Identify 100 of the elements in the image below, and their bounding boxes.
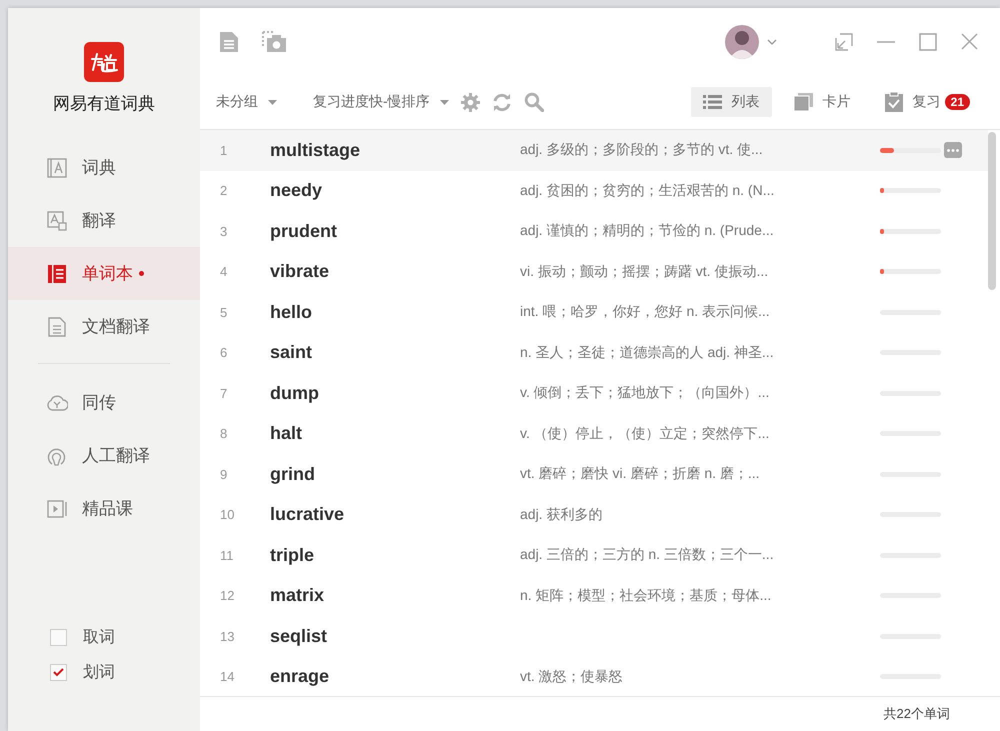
row-number: 10: [219, 507, 236, 522]
row-number: 14: [219, 669, 236, 684]
dots-icon: [947, 148, 959, 152]
caret-icon: [440, 100, 449, 104]
close-icon[interactable]: [961, 33, 978, 50]
word-row[interactable]: 13 seqlist: [200, 616, 988, 656]
word-row[interactable]: 8 halt v. （使）停止，（使）立定；突然停下...: [200, 414, 988, 454]
clipboard-icon: [884, 92, 903, 112]
word-row[interactable]: 3 prudent adj. 谨慎的；精明的；节俭的 n. (Prude...: [200, 211, 988, 252]
video-icon: [46, 498, 68, 520]
word: seqlist: [270, 626, 328, 647]
word-row[interactable]: 1 multistage adj. 多级的；多阶段的；多节的 vt. 使...: [200, 130, 988, 170]
document-icon[interactable]: [220, 32, 238, 52]
doc-icon: [46, 316, 68, 338]
definition: vt. 激怒；使暴怒: [520, 668, 624, 686]
sidebar-item[interactable]: 同传: [8, 376, 200, 429]
definition: adj. 多级的；多阶段的；多节的 vt. 使...: [520, 141, 764, 160]
row-number: 6: [219, 345, 228, 360]
row-number: 9: [219, 466, 228, 482]
row-number: 11: [219, 548, 234, 563]
word: vibrate: [270, 261, 330, 282]
list-icon: [702, 94, 722, 110]
sidebar-label: 精品课: [82, 498, 133, 520]
progress-bar: [880, 269, 941, 274]
sidebar-item[interactable]: 单词本: [8, 247, 200, 300]
view-tab[interactable]: 复习 21: [872, 87, 982, 117]
progress-bar: [880, 188, 941, 194]
chevron-icon: [767, 38, 777, 44]
sidebar-item[interactable]: 词典: [8, 141, 200, 194]
word: hello: [270, 302, 314, 323]
sidebar-item[interactable]: 人工翻译: [8, 429, 200, 482]
word-row[interactable]: 12 matrix n. 矩阵；模型；社会环境；基质；母体...: [200, 576, 988, 616]
word-row[interactable]: 4 vibrate vi. 振动；颤动；摇摆；踌躇 vt. 使振动...: [200, 252, 988, 292]
sidebar-item[interactable]: 翻译: [8, 194, 200, 247]
sidebar-item[interactable]: 精品课: [8, 482, 200, 535]
word: halt: [270, 423, 304, 444]
definition: vi. 振动；颤动；摇摆；踌躇 vt. 使振动...: [520, 262, 770, 281]
view-tab[interactable]: 卡片: [782, 87, 863, 117]
translate-icon: [46, 210, 68, 232]
row-number: 8: [219, 426, 228, 442]
avatar-icon: [725, 24, 759, 58]
wordbook-icon: [46, 262, 68, 284]
definition: adj. 谨慎的；精明的；节俭的 n. (Prude...: [520, 222, 775, 240]
view-tab[interactable]: 列表: [690, 87, 772, 117]
word: triple: [270, 544, 316, 566]
definition: v. （使）停止，（使）立定；突然停下...: [520, 424, 770, 443]
progress-bar: [880, 148, 941, 153]
word-row[interactable]: 2 needy adj. 贫困的；贫穷的；生活艰苦的 n. (N...: [200, 170, 988, 211]
caret-icon: [268, 100, 277, 104]
definition: adj. 贫困的；贫穷的；生活艰苦的 n. (N...: [520, 182, 776, 200]
sidebar-label: 人工翻译: [82, 445, 150, 467]
word-row[interactable]: 10 lucrative adj. 获利多的: [200, 494, 988, 535]
sidebar-item[interactable]: 文档翻译: [8, 300, 200, 353]
word: matrix: [270, 585, 326, 606]
word: needy: [270, 180, 324, 202]
word: dump: [270, 382, 320, 404]
word: prudent: [270, 220, 338, 242]
definition: v. 倾倒；丢下；猛地放下；（向国外）...: [520, 384, 770, 402]
word-row[interactable]: 11 triple adj. 三倍的；三方的 n. 三倍数；三个一...: [200, 535, 988, 576]
check-icon: [53, 668, 64, 677]
word-row[interactable]: 6 saint n. 圣人；圣徒；道德崇高的人 adj. 神圣...: [200, 332, 988, 373]
search-icon[interactable]: [524, 92, 544, 112]
sidebar-label: 文档翻译: [82, 316, 150, 338]
word-row[interactable]: 9 grind vt. 磨碎；磨快 vi. 磨碎；折磨 n. 磨；...: [200, 454, 988, 494]
row-number: 13: [219, 628, 236, 644]
word-row[interactable]: 14 enrage vt. 激怒；使暴怒: [200, 656, 988, 696]
progress-bar: [880, 228, 941, 234]
row-number: 3: [219, 224, 228, 239]
row-number: 4: [219, 264, 228, 280]
row-number: 7: [219, 386, 228, 401]
word: multistage: [270, 140, 362, 161]
checkbox[interactable]: [50, 664, 67, 681]
dict-icon: [46, 156, 68, 178]
row-number: 2: [219, 183, 228, 198]
checkbox-label: 划词: [83, 662, 115, 683]
row-number: 12: [219, 588, 236, 604]
definition: n. 圣人；圣徒；道德崇高的人 adj. 神圣...: [520, 344, 775, 362]
group-dropdown[interactable]: 未分组: [216, 93, 277, 111]
cards-icon: [794, 93, 813, 111]
compact-mode-icon[interactable]: [835, 32, 853, 50]
word-row[interactable]: 5 hello int. 喂；哈罗，你好，您好 n. 表示问候...: [200, 292, 988, 332]
account-button[interactable]: [725, 24, 777, 58]
app-name: 网易有道词典: [53, 93, 155, 115]
definition: adj. 获利多的: [520, 506, 604, 524]
row-number: 1: [219, 142, 228, 158]
sidebar-label: 同传: [82, 392, 116, 414]
maximize-icon[interactable]: [919, 32, 937, 50]
logo-icon: [84, 42, 124, 82]
refresh-icon[interactable]: [492, 92, 512, 112]
sort-dropdown[interactable]: 复习进度快-慢排序: [313, 93, 449, 111]
checkbox[interactable]: [50, 629, 67, 646]
word-row[interactable]: 7 dump v. 倾倒；丢下；猛地放下；（向国外）...: [200, 373, 988, 414]
sidebar-label: 单词本: [82, 263, 133, 285]
scrollbar-thumb[interactable]: [988, 132, 996, 290]
more-button[interactable]: [944, 142, 962, 158]
sidebar-label: 词典: [82, 157, 116, 179]
definition: adj. 三倍的；三方的 n. 三倍数；三个一...: [520, 546, 775, 564]
checkbox-label: 取词: [83, 628, 115, 648]
screenshot-icon[interactable]: [262, 30, 286, 52]
word: grind: [270, 464, 316, 485]
